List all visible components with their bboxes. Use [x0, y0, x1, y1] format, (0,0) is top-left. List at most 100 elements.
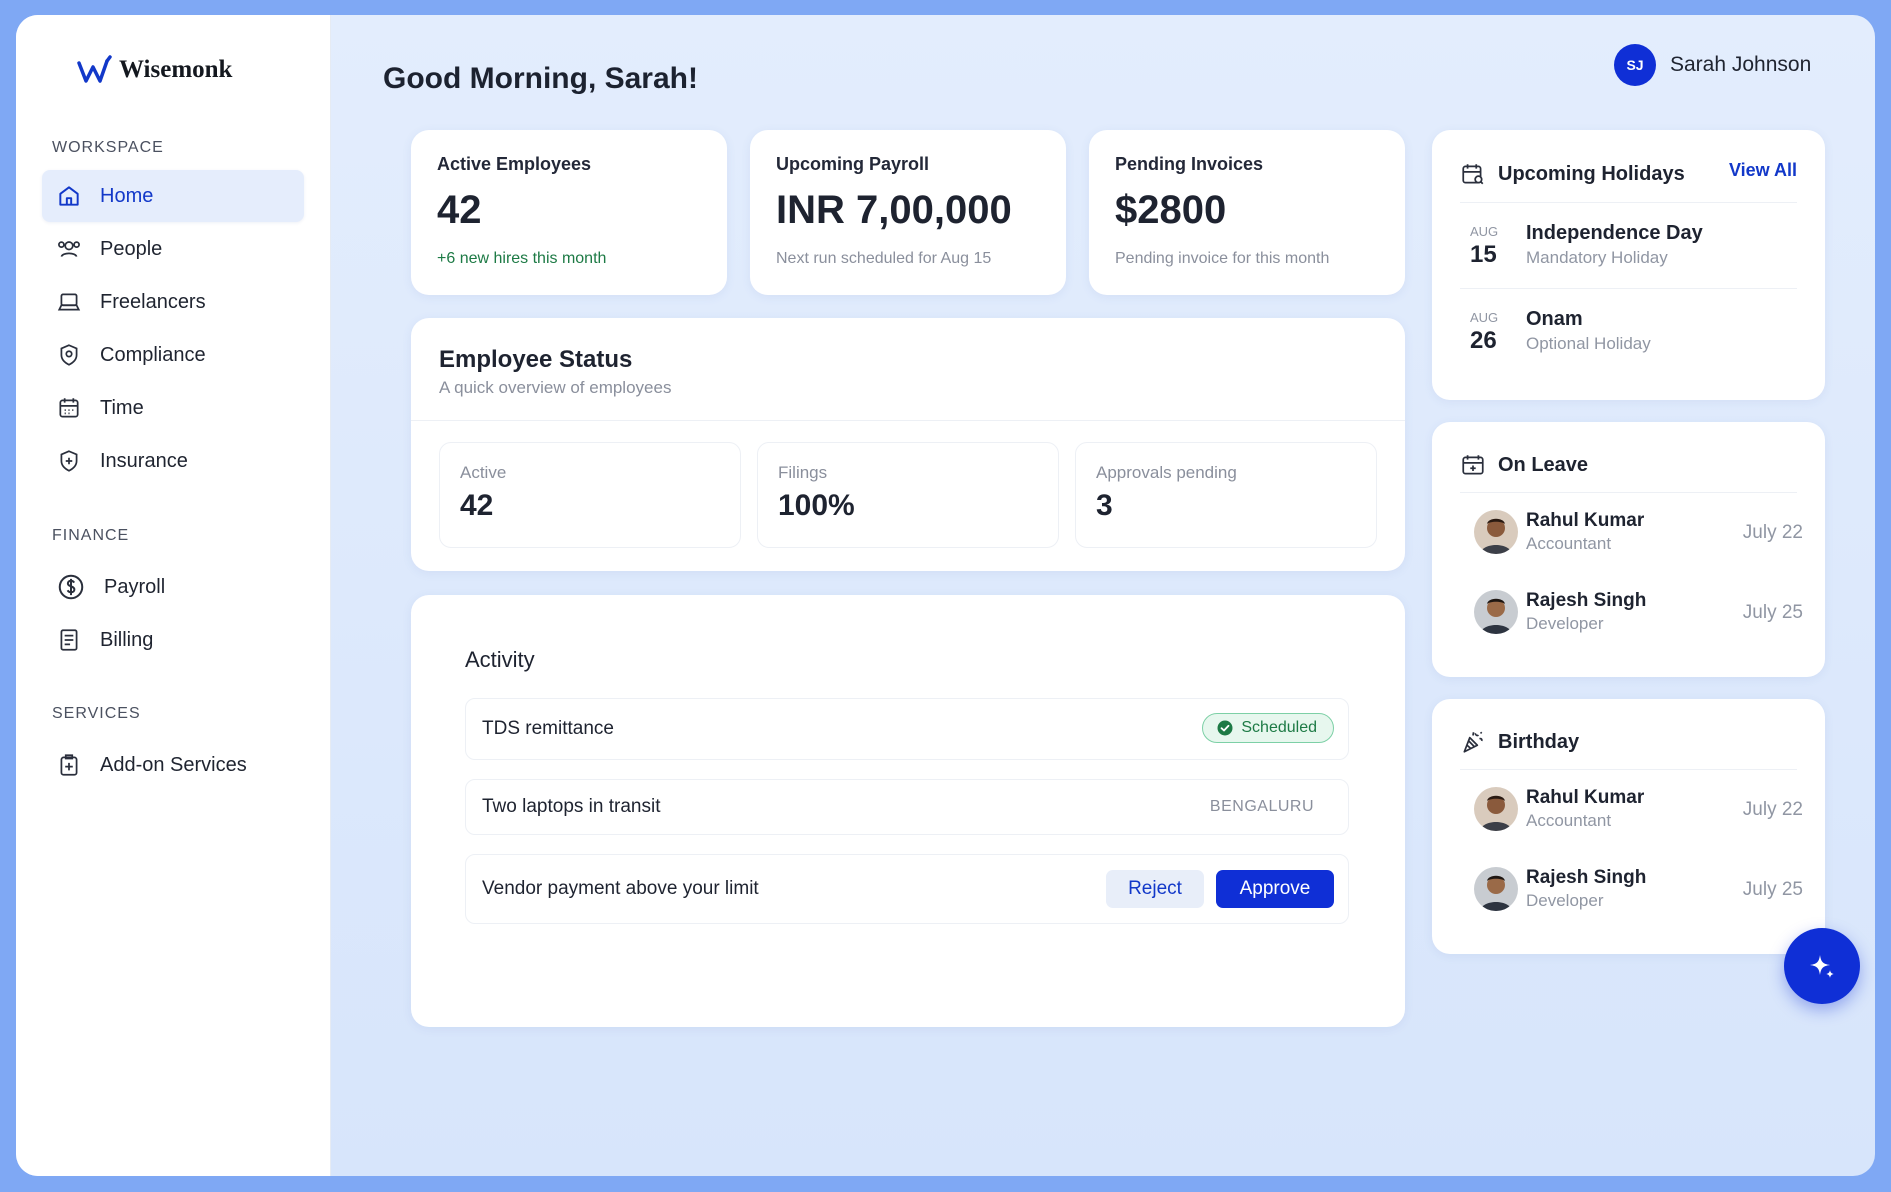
person-role: Accountant: [1526, 811, 1612, 830]
stat-value: 42: [437, 188, 482, 232]
sidebar-item-label: Payroll: [104, 575, 166, 598]
status-tile-value: 42: [460, 489, 494, 522]
divider: [1460, 202, 1797, 203]
sidebar-item-billing[interactable]: Billing: [42, 614, 304, 666]
sidebar-item-label: Time: [100, 396, 144, 419]
sidebar-item-label: Home: [100, 184, 154, 207]
sidebar-item-payroll[interactable]: Payroll: [42, 561, 304, 613]
avatar: SJ: [1614, 44, 1656, 86]
stat-card-pending-invoices[interactable]: Pending Invoices $2800 Pending invoice f…: [1089, 130, 1405, 295]
app-window: Wisemonk WORKSPACE Home People Freelance…: [16, 15, 1875, 1176]
home-icon: [59, 186, 79, 206]
calendar-plus-icon: [1462, 455, 1484, 475]
approve-button[interactable]: Approve: [1216, 870, 1334, 908]
sidebar-item-home[interactable]: Home: [42, 170, 304, 222]
holidays-header: Upcoming Holidays: [1460, 161, 1685, 187]
sidebar-item-add-on-services[interactable]: Add-on Services: [42, 739, 304, 791]
person-role: Accountant: [1526, 534, 1612, 553]
stat-title: Pending Invoices: [1115, 154, 1264, 174]
dollar-icon: [58, 574, 84, 600]
calendar-icon: [59, 398, 79, 418]
sidebar-item-people[interactable]: People: [42, 223, 304, 275]
stat-title: Upcoming Payroll: [776, 154, 930, 174]
status-badge: Scheduled: [1202, 713, 1334, 743]
activity-row-laptops[interactable]: Two laptops in transit BENGALURU: [465, 779, 1349, 835]
status-tile-label: Filings: [778, 463, 828, 482]
birthday-date: July 25: [1742, 879, 1803, 900]
status-tile-active[interactable]: Active 42: [439, 442, 741, 548]
sparkle-icon: [1810, 955, 1834, 978]
user-name: Sarah Johnson: [1670, 53, 1812, 76]
stat-title: Active Employees: [437, 154, 592, 174]
divider: [1460, 769, 1797, 770]
activity-row-tds[interactable]: TDS remittance Scheduled: [465, 698, 1349, 760]
user-menu[interactable]: SJ Sarah Johnson: [1614, 44, 1811, 86]
person-photo-icon: [1474, 510, 1518, 554]
status-tile-value: 3: [1096, 489, 1113, 522]
check-circle-icon: [1217, 720, 1233, 736]
person-role: Developer: [1526, 614, 1604, 633]
holiday-type: Mandatory Holiday: [1526, 248, 1668, 267]
section-label-services: SERVICES: [52, 705, 141, 722]
holidays-card: Upcoming Holidays View All AUG 15 Indepe…: [1432, 130, 1825, 400]
divider: [1460, 492, 1797, 493]
person-photo-icon: [1474, 590, 1518, 634]
on-leave-header: On Leave: [1460, 452, 1588, 478]
sidebar-item-label: Add-on Services: [100, 753, 247, 776]
sidebar-item-label: Billing: [100, 628, 154, 651]
avatar: [1474, 867, 1518, 911]
holidays-title: Upcoming Holidays: [1498, 162, 1685, 185]
page-title: Good Morning, Sarah!: [383, 62, 698, 95]
holiday-month: AUG: [1470, 224, 1499, 239]
holiday-month: AUG: [1470, 310, 1499, 325]
person-name: Rajesh Singh: [1526, 867, 1647, 888]
view-all-link[interactable]: View All: [1729, 160, 1797, 181]
stat-note: Next run scheduled for Aug 15: [776, 250, 992, 267]
party-popper-icon: [1463, 731, 1483, 753]
brand-logo[interactable]: Wisemonk: [77, 55, 232, 85]
shield-icon: [60, 344, 78, 366]
person-name: Rajesh Singh: [1526, 590, 1647, 611]
ai-assistant-button[interactable]: [1784, 928, 1860, 1004]
sidebar-item-label: Compliance: [100, 343, 206, 366]
section-label-finance: FINANCE: [52, 527, 130, 544]
status-tile-filings[interactable]: Filings 100%: [757, 442, 1059, 548]
sidebar-item-insurance[interactable]: Insurance: [42, 435, 304, 487]
sidebar-item-compliance[interactable]: Compliance: [42, 329, 304, 381]
employee-status-subtitle: A quick overview of employees: [439, 378, 672, 397]
holiday-name: Independence Day: [1526, 222, 1703, 244]
calendar-search-icon: [1462, 164, 1484, 185]
activity-card: Activity TDS remittance Scheduled Two la…: [411, 595, 1405, 1027]
sidebar-item-freelancers[interactable]: Freelancers: [42, 276, 304, 328]
sidebar-item-label: Freelancers: [100, 290, 206, 313]
laptop-icon: [57, 293, 81, 311]
sidebar: Wisemonk WORKSPACE Home People Freelance…: [16, 15, 331, 1176]
divider: [1460, 288, 1797, 289]
person-photo-icon: [1474, 867, 1518, 911]
activity-row-vendor-payment: Vendor payment above your limit Reject A…: [465, 854, 1349, 924]
section-label-workspace: WORKSPACE: [52, 139, 164, 156]
receipt-icon: [60, 629, 78, 651]
birthday-header: Birthday: [1460, 729, 1579, 755]
shield-plus-icon: [60, 450, 78, 472]
activity-title: Activity: [465, 647, 535, 672]
person-photo-icon: [1474, 787, 1518, 831]
status-tile-value: 100%: [778, 489, 855, 522]
status-tile-approvals-pending[interactable]: Approvals pending 3: [1075, 442, 1377, 548]
stat-value: $2800: [1115, 188, 1227, 232]
stat-card-upcoming-payroll[interactable]: Upcoming Payroll INR 7,00,000 Next run s…: [750, 130, 1066, 295]
person-role: Developer: [1526, 891, 1604, 910]
status-tile-label: Approvals pending: [1096, 463, 1237, 482]
reject-button[interactable]: Reject: [1106, 870, 1204, 908]
brand-name: Wisemonk: [119, 56, 233, 83]
location-label: BENGALURU: [1209, 798, 1314, 815]
wisemonk-logo-icon: [77, 55, 112, 83]
status-badge-label: Scheduled: [1241, 719, 1317, 736]
activity-text: Vendor payment above your limit: [482, 878, 759, 899]
people-icon: [58, 241, 80, 258]
leave-date: July 25: [1742, 602, 1803, 623]
sidebar-item-label: People: [100, 237, 163, 260]
sidebar-item-time[interactable]: Time: [42, 382, 304, 434]
stat-card-active-employees[interactable]: Active Employees 42 +6 new hires this mo…: [411, 130, 727, 295]
stat-value: INR 7,00,000: [776, 188, 1012, 232]
